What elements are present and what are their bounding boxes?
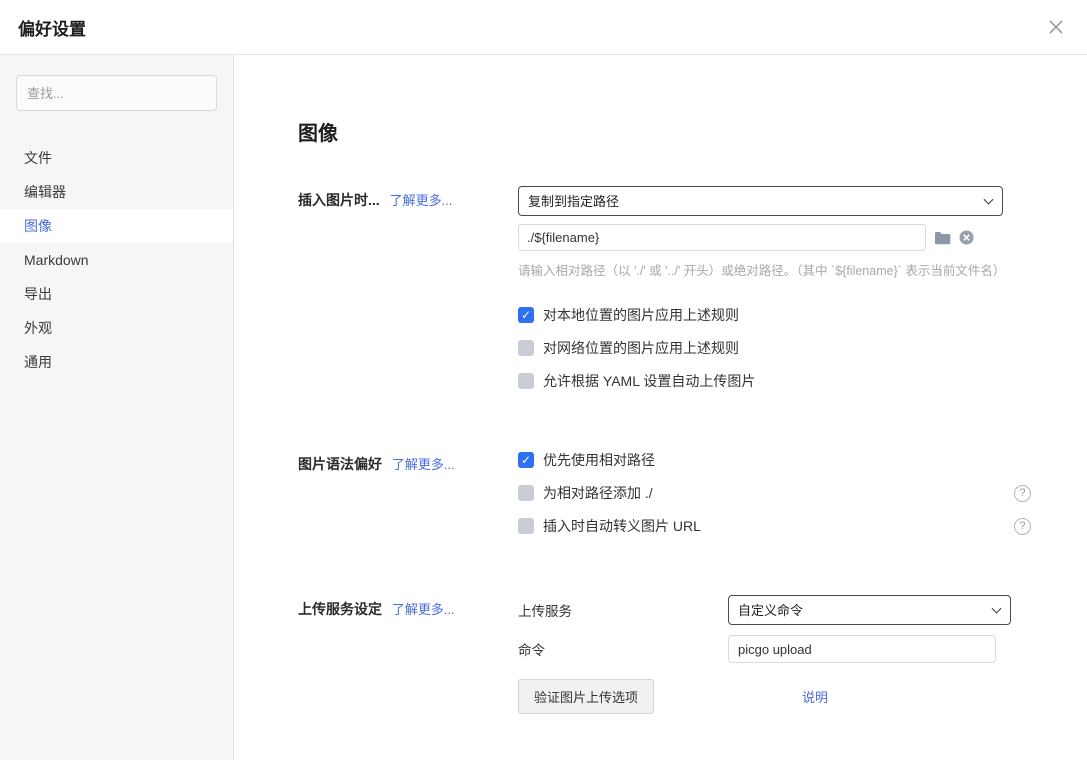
image-syntax-section: 图片语法偏好 了解更多... ✓ 优先使用相对路径 为相对路径添加 ./ ?	[298, 450, 1031, 549]
checkbox-yaml-auto-upload[interactable]: 允许根据 YAML 设置自动上传图片	[518, 371, 1031, 391]
command-row: 命令	[518, 635, 1031, 663]
syntax-section-label: 图片语法偏好	[298, 456, 382, 472]
upload-service-label: 上传服务	[518, 600, 728, 620]
upload-service-section: 上传服务设定 了解更多... 上传服务 自定义命令 命令	[298, 595, 1031, 714]
checkbox-apply-local-images[interactable]: ✓ 对本地位置的图片应用上述规则	[518, 305, 1031, 325]
help-icon[interactable]: ?	[1014, 485, 1031, 502]
insert-action-select[interactable]: 复制到指定路径	[518, 186, 1003, 216]
folder-browse-icon[interactable]	[934, 231, 951, 245]
sidebar-item-appearance[interactable]: 外观	[0, 311, 233, 345]
checkbox-checked-icon[interactable]: ✓	[518, 307, 534, 323]
path-hint-text: 请输入相对路径（以 './' 或 '../' 开头）或绝对路径。（其中 `${f…	[518, 260, 1031, 279]
insert-image-section: 插入图片时... 了解更多... 复制到指定路径	[298, 186, 1031, 404]
insert-learn-more-link[interactable]: 了解更多...	[390, 193, 453, 208]
search-input[interactable]	[16, 75, 217, 111]
window-title: 偏好设置	[18, 15, 86, 40]
checkbox-unchecked-icon[interactable]	[518, 373, 534, 389]
checkbox-apply-web-images[interactable]: 对网络位置的图片应用上述规则	[518, 338, 1031, 358]
validate-upload-button[interactable]: 验证图片上传选项	[518, 679, 654, 714]
validate-row: 验证图片上传选项 说明	[518, 679, 1031, 714]
sidebar-item-export[interactable]: 导出	[0, 277, 233, 311]
sidebar-item-image[interactable]: 图像	[0, 209, 233, 243]
clear-path-icon[interactable]	[959, 230, 974, 245]
upload-learn-more-link[interactable]: 了解更多...	[392, 602, 455, 617]
sidebar-item-editor[interactable]: 编辑器	[0, 175, 233, 209]
copy-path-input[interactable]	[518, 224, 926, 251]
sidebar-item-general[interactable]: 通用	[0, 345, 233, 379]
upload-service-select-wrap: 自定义命令	[728, 595, 1011, 625]
upload-service-select[interactable]: 自定义命令	[728, 595, 1011, 625]
checkbox-unchecked-icon[interactable]	[518, 340, 534, 356]
insert-section-label: 插入图片时...	[298, 192, 380, 208]
command-label: 命令	[518, 639, 728, 659]
checkbox-escape-url-row: 插入时自动转义图片 URL ?	[518, 516, 1031, 536]
window-titlebar: 偏好设置	[0, 0, 1087, 55]
command-input[interactable]	[728, 635, 996, 663]
instructions-link[interactable]: 说明	[802, 687, 828, 706]
checkbox-escape-image-url[interactable]: 插入时自动转义图片 URL	[518, 516, 701, 536]
checkbox-prefer-relative-path[interactable]: ✓ 优先使用相对路径	[518, 450, 1031, 470]
checkbox-add-dot-slash-row: 为相对路径添加 ./ ?	[518, 483, 1031, 503]
checkbox-add-dot-slash[interactable]: 为相对路径添加 ./	[518, 483, 653, 503]
checkbox-unchecked-icon[interactable]	[518, 485, 534, 501]
main-panel: 图像 插入图片时... 了解更多... 复制到指定路径	[234, 55, 1087, 760]
upload-service-row: 上传服务 自定义命令	[518, 595, 1031, 625]
help-icon[interactable]: ?	[1014, 518, 1031, 535]
sidebar: 文件 编辑器 图像 Markdown 导出 外观 通用	[0, 55, 234, 760]
search-box	[16, 75, 217, 111]
insert-action-select-wrap: 复制到指定路径	[518, 186, 1003, 216]
close-icon[interactable]	[1043, 14, 1069, 40]
page-title: 图像	[298, 117, 1031, 146]
sidebar-menu: 文件 编辑器 图像 Markdown 导出 外观 通用	[0, 141, 233, 379]
syntax-learn-more-link[interactable]: 了解更多...	[392, 457, 455, 472]
upload-section-label: 上传服务设定	[298, 601, 382, 617]
sidebar-item-file[interactable]: 文件	[0, 141, 233, 175]
checkbox-unchecked-icon[interactable]	[518, 518, 534, 534]
checkbox-checked-icon[interactable]: ✓	[518, 452, 534, 468]
copy-path-row	[518, 224, 1031, 251]
sidebar-item-markdown[interactable]: Markdown	[0, 243, 233, 277]
